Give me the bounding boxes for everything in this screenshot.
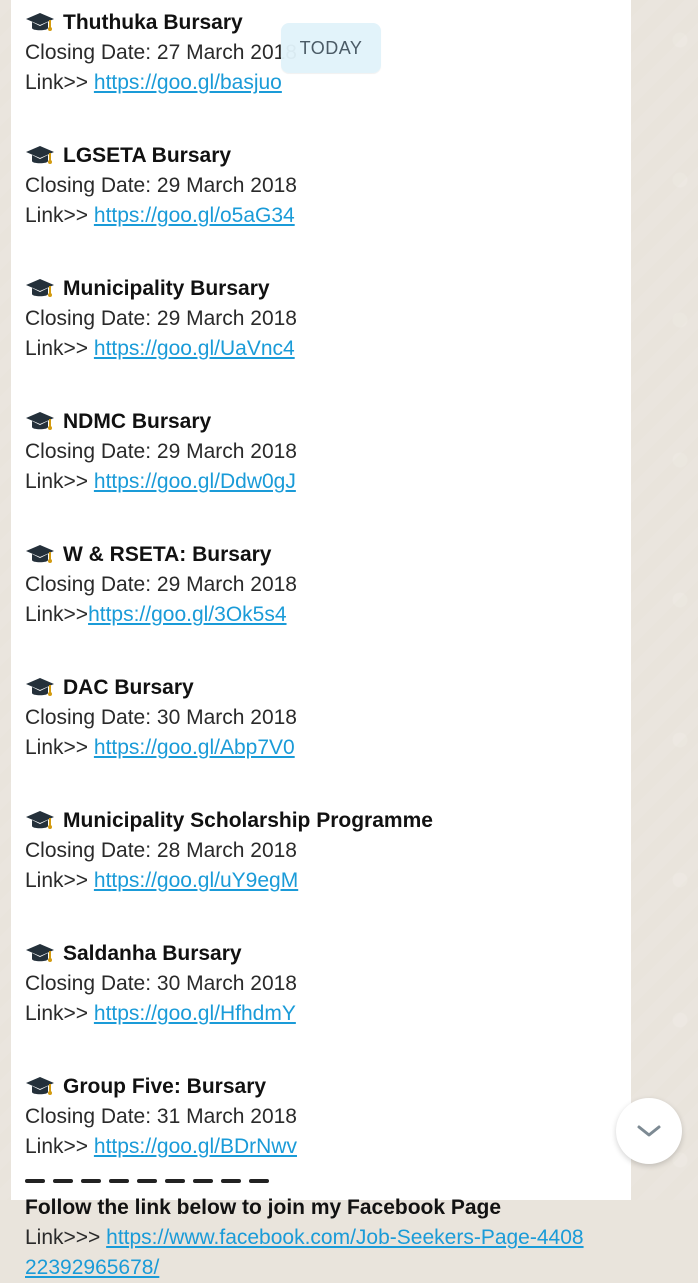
bursary-title: NDMC Bursary (63, 410, 212, 433)
graduation-cap-icon (26, 944, 54, 962)
divider-dash (25, 1179, 45, 1183)
bursary-item: W & RSETA: Bursary Closing Date: 29 Marc… (25, 540, 617, 630)
link-line: Link>> https://goo.gl/HfhdmY (25, 999, 617, 1029)
bursary-title-row: LGSETA Bursary (25, 141, 617, 171)
link-line: Link>> https://goo.gl/Ddw0gJ (25, 467, 617, 497)
bursary-title: Saldanha Bursary (63, 942, 242, 965)
graduation-cap-icon (26, 146, 54, 164)
link-line: Link>> https://goo.gl/uY9egM (25, 866, 617, 896)
closing-date: Closing Date: 30 March 2018 (25, 706, 297, 729)
divider-dash (249, 1179, 269, 1183)
closing-date: Closing Date: 30 March 2018 (25, 972, 297, 995)
link-prefix: Link>> (25, 1002, 94, 1025)
chevron-down-icon (637, 1125, 661, 1137)
divider-dash (165, 1179, 185, 1183)
bursary-title-row: Saldanha Bursary (25, 939, 617, 969)
bursary-item: Municipality Scholarship Programme Closi… (25, 806, 617, 896)
bursary-link[interactable]: https://goo.gl/uY9egM (94, 869, 298, 892)
facebook-link-line: Link>>> https://www.facebook.com/Job-See… (25, 1223, 595, 1283)
bursary-title: DAC Bursary (63, 676, 194, 699)
bursary-item: Saldanha Bursary Closing Date: 30 March … (25, 939, 617, 1029)
bursary-title-row: Group Five: Bursary (25, 1072, 617, 1102)
bursary-link[interactable]: https://goo.gl/UaVnc4 (94, 337, 295, 360)
bursary-link[interactable]: https://goo.gl/Ddw0gJ (94, 470, 296, 493)
link-prefix: Link>> (25, 204, 94, 227)
link-line: Link>> https://goo.gl/Abp7V0 (25, 733, 617, 763)
link-prefix: Link>> (25, 869, 94, 892)
graduation-cap-icon (26, 412, 54, 430)
bursary-title: Municipality Scholarship Programme (63, 809, 433, 832)
bursary-item: DAC Bursary Closing Date: 30 March 2018 … (25, 673, 617, 763)
divider-dash (109, 1179, 129, 1183)
bursary-title-row: DAC Bursary (25, 673, 617, 703)
dash-divider (25, 1179, 617, 1183)
closing-date: Closing Date: 29 March 2018 (25, 174, 297, 197)
facebook-link[interactable]: https://www.facebook.com/Job-Seekers-Pag… (25, 1226, 584, 1279)
closing-date: Closing Date: 29 March 2018 (25, 573, 297, 596)
bursary-title: Municipality Bursary (63, 277, 270, 300)
message-bubble: Thuthuka Bursary Closing Date: 27 March … (11, 0, 631, 1279)
divider-dash (53, 1179, 73, 1183)
graduation-cap-icon (26, 279, 54, 297)
bursary-title: Thuthuka Bursary (63, 11, 243, 34)
link-prefix: Link>> (25, 603, 89, 626)
bursary-link[interactable]: https://goo.gl/o5aG34 (94, 204, 295, 227)
link-line: Link>> https://goo.gl/o5aG34 (25, 201, 617, 231)
closing-date: Closing Date: 29 March 2018 (25, 440, 297, 463)
graduation-cap-icon (26, 545, 54, 563)
bursary-link[interactable]: https://goo.gl/basjuo (94, 71, 282, 94)
divider-dash (81, 1179, 101, 1183)
divider-dash (137, 1179, 157, 1183)
link-prefix: Link>> (25, 71, 94, 94)
closing-date: Closing Date: 28 March 2018 (25, 839, 297, 862)
bursary-item: Group Five: Bursary Closing Date: 31 Mar… (25, 1072, 617, 1162)
link-prefix: Link>> (25, 470, 94, 493)
bursary-title: Group Five: Bursary (63, 1075, 267, 1098)
bursary-title-row: Municipality Scholarship Programme (25, 806, 617, 836)
bursary-item: Municipality Bursary Closing Date: 29 Ma… (25, 274, 617, 364)
scroll-to-bottom-button[interactable] (616, 1098, 682, 1164)
divider-dash (221, 1179, 241, 1183)
bursary-title-row: Municipality Bursary (25, 274, 617, 304)
link-line: Link>>https://goo.gl/3Ok5s4 (25, 600, 617, 630)
graduation-cap-icon (26, 811, 54, 829)
closing-date: Closing Date: 31 March 2018 (25, 1105, 297, 1128)
link-prefix: Link>> (25, 736, 94, 759)
bursary-title-row: NDMC Bursary (25, 407, 617, 437)
bursary-title: LGSETA Bursary (63, 144, 232, 167)
graduation-cap-icon (26, 1077, 54, 1095)
bursary-link[interactable]: https://goo.gl/3Ok5s4 (88, 603, 286, 626)
facebook-follow-title: Follow the link below to join my Faceboo… (25, 1196, 502, 1219)
bursary-link[interactable]: https://goo.gl/HfhdmY (94, 1002, 296, 1025)
date-badge: TODAY (281, 23, 381, 73)
link-prefix: Link>> (25, 337, 94, 360)
bursary-link[interactable]: https://goo.gl/BDrNwv (94, 1135, 297, 1158)
bursary-item: NDMC Bursary Closing Date: 29 March 2018… (25, 407, 617, 497)
link-prefix: Link>> (25, 1135, 94, 1158)
graduation-cap-icon (26, 13, 54, 31)
bursary-item: LGSETA Bursary Closing Date: 29 March 20… (25, 141, 617, 231)
link-line: Link>> https://goo.gl/BDrNwv (25, 1132, 617, 1162)
closing-date: Closing Date: 29 March 2018 (25, 307, 297, 330)
graduation-cap-icon (26, 678, 54, 696)
divider-dash (193, 1179, 213, 1183)
bursary-title: W & RSETA: Bursary (63, 543, 272, 566)
bursary-link[interactable]: https://goo.gl/Abp7V0 (94, 736, 295, 759)
bursary-title-row: W & RSETA: Bursary (25, 540, 617, 570)
facebook-link-prefix: Link>>> (25, 1226, 107, 1249)
link-line: Link>> https://goo.gl/UaVnc4 (25, 334, 617, 364)
